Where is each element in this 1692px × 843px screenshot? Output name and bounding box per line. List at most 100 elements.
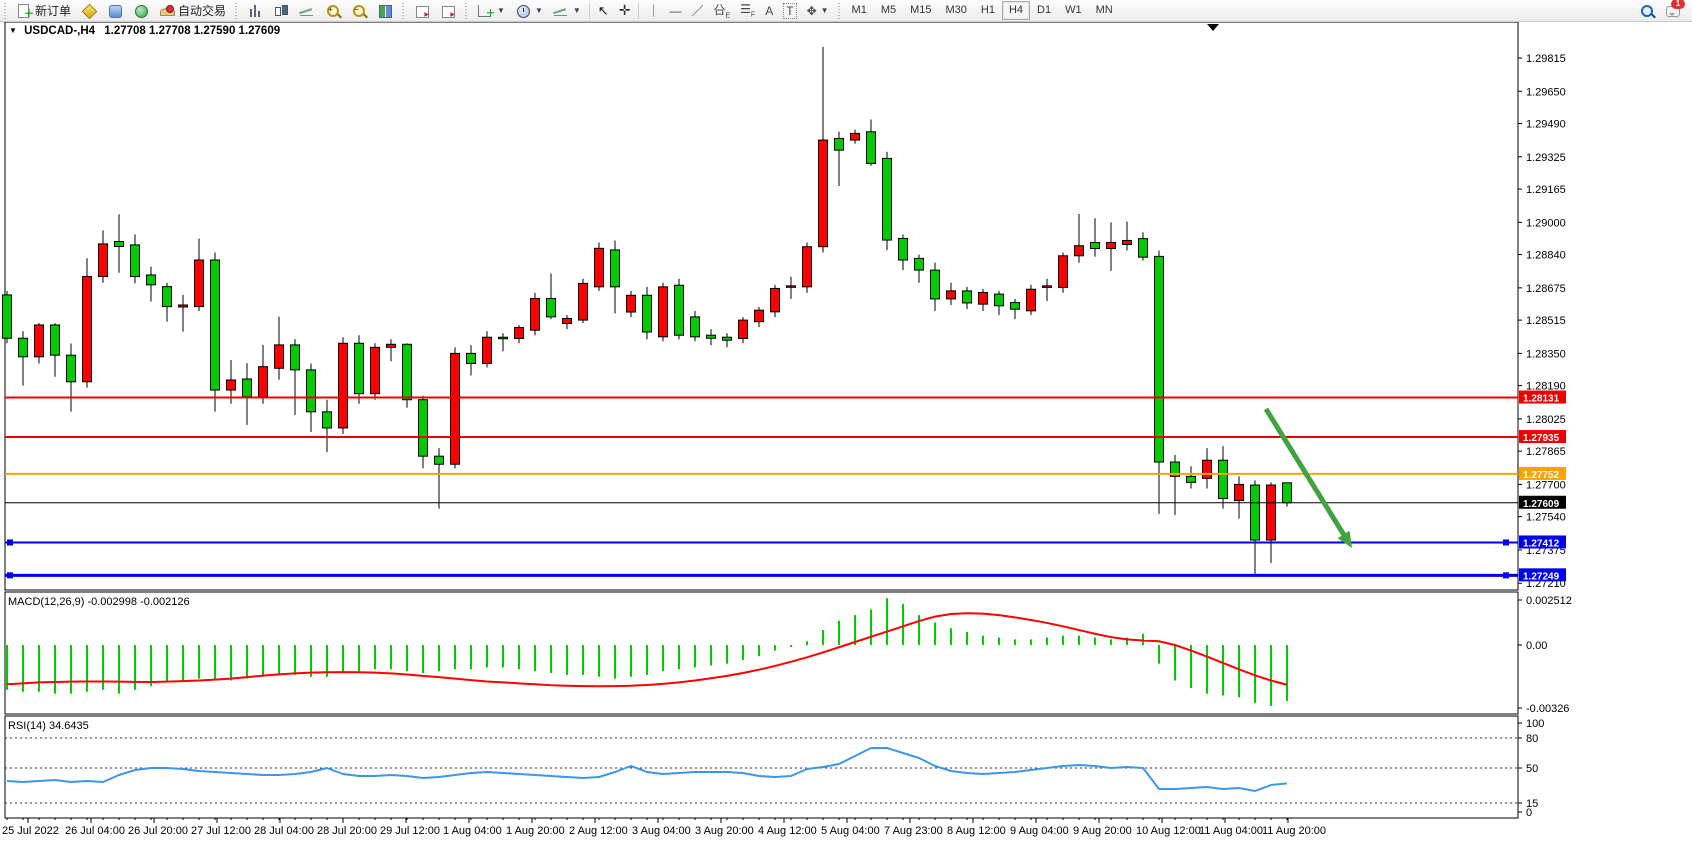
timeframe-w1[interactable]: W1 — [1058, 1, 1089, 20]
channel-icon: 㕣E — [713, 1, 730, 19]
horizontal-line-icon: — — [669, 4, 681, 18]
candle-body — [259, 367, 268, 397]
timeframe-mn[interactable]: MN — [1089, 1, 1120, 20]
candle-body — [1187, 476, 1196, 482]
candle-body — [355, 343, 364, 393]
candle-body — [547, 299, 556, 317]
candle-body — [483, 337, 492, 363]
line-handle[interactable] — [7, 539, 13, 545]
crosshair-button[interactable]: ✛ — [614, 0, 636, 21]
candle-body — [419, 400, 428, 456]
line-handle[interactable] — [1503, 572, 1509, 578]
vertical-line-icon: ｜ — [647, 2, 659, 19]
candle-body — [531, 299, 540, 331]
svg-text:1.27700: 1.27700 — [1526, 479, 1566, 491]
toolbar-grip[interactable] — [3, 3, 8, 19]
time-axis-label: 2 Aug 12:00 — [569, 825, 628, 837]
navigator-button[interactable] — [102, 0, 128, 21]
candle-body — [387, 344, 396, 347]
profiles-button[interactable] — [76, 0, 102, 21]
vertical-line-button[interactable]: ｜ — [642, 0, 664, 21]
text-label-button[interactable]: T — [778, 0, 801, 21]
svg-text:1.27865: 1.27865 — [1526, 446, 1566, 458]
svg-text:0: 0 — [1526, 807, 1532, 819]
tile-windows-button[interactable] — [372, 0, 398, 21]
bar-chart-icon — [247, 3, 263, 19]
toolbar-grip[interactable] — [401, 3, 406, 19]
tile-windows-icon — [377, 3, 393, 19]
candle-body — [1043, 286, 1052, 288]
candle-body — [515, 328, 524, 339]
text-button[interactable]: A — [760, 0, 778, 21]
line-handle[interactable] — [7, 572, 13, 578]
timeframe-h1[interactable]: H1 — [974, 1, 1002, 20]
template-button[interactable]: ▼ — [548, 0, 586, 21]
timeframe-h4[interactable]: H4 — [1002, 1, 1030, 20]
new-order-button[interactable]: ＋ 新订单 — [11, 0, 76, 21]
cursor-icon: ↖ — [598, 3, 609, 19]
signals-button[interactable] — [128, 0, 154, 21]
candle-body — [339, 343, 348, 428]
chart-title[interactable]: ▼ USDCAD-,H4 1.27708 1.27708 1.27590 1.2… — [9, 25, 280, 37]
chart-shift-button[interactable] — [435, 0, 461, 21]
trendline-button[interactable]: ／ — [686, 0, 708, 21]
search-button[interactable] — [1634, 0, 1660, 21]
candle-body — [1283, 483, 1292, 503]
candle-body — [1139, 239, 1148, 258]
timeframe-d1[interactable]: D1 — [1030, 1, 1058, 20]
candlestick-button[interactable] — [268, 0, 294, 21]
timeframe-m1[interactable]: M1 — [845, 1, 874, 20]
svg-text:1.29815: 1.29815 — [1526, 53, 1566, 65]
candle-body — [1091, 242, 1100, 248]
new-chart-button[interactable]: ▼ — [472, 0, 510, 21]
toolbar-grip[interactable] — [234, 3, 239, 19]
time-axis-label: 3 Aug 20:00 — [695, 825, 754, 837]
price-tag-label: 1.27752 — [1523, 470, 1560, 481]
chart-canvas[interactable]: 1.298151.296501.294901.293251.291651.290… — [0, 0, 1692, 843]
zoom-out-button[interactable]: − — [346, 0, 372, 21]
arrows-button[interactable]: ✥▼ — [802, 0, 834, 21]
candle-body — [979, 292, 988, 304]
autoscroll-icon — [414, 3, 430, 19]
notifications-button[interactable]: 1 — [1660, 0, 1686, 21]
line-chart-button[interactable] — [294, 0, 320, 21]
time-axis-label: 26 Jul 20:00 — [128, 825, 188, 837]
candle-body — [835, 138, 844, 150]
line-handle[interactable] — [1503, 539, 1509, 545]
candle-body — [243, 379, 252, 397]
new-chart-icon — [477, 3, 493, 19]
candle-body — [691, 317, 700, 337]
period-button[interactable]: ▼ — [510, 0, 548, 21]
fibonacci-button[interactable]: ☰F — [735, 0, 760, 21]
candle-body — [1123, 240, 1132, 244]
candle-body — [227, 380, 236, 390]
svg-text:1.28350: 1.28350 — [1526, 348, 1566, 360]
candle-body — [771, 288, 780, 311]
bar-chart-button[interactable] — [242, 0, 268, 21]
timeframe-m30[interactable]: M30 — [939, 1, 974, 20]
autoscroll-button[interactable] — [409, 0, 435, 21]
candle-body — [995, 294, 1004, 306]
toolbar-grip[interactable] — [464, 3, 469, 19]
price-tag-label: 1.28131 — [1523, 394, 1560, 405]
time-axis-label: 11 Aug 04:00 — [1199, 825, 1263, 837]
candle-body — [1251, 485, 1260, 540]
candle-body — [611, 250, 620, 287]
candle-body — [723, 337, 732, 340]
candle-body — [803, 247, 812, 287]
chart-shift-icon — [440, 3, 456, 19]
text-icon: A — [765, 4, 773, 18]
timeframe-m5[interactable]: M5 — [874, 1, 903, 20]
zoom-in-button[interactable]: + — [320, 0, 346, 21]
candle-body — [1155, 256, 1164, 462]
toolbar-grip[interactable] — [837, 3, 842, 19]
horizontal-line-button[interactable]: — — [664, 0, 686, 21]
candle-body — [675, 285, 684, 335]
time-axis-label: 1 Aug 04:00 — [443, 825, 502, 837]
channel-button[interactable]: 㕣E — [708, 0, 735, 21]
candle-body — [1203, 460, 1212, 478]
cursor-button[interactable]: ↖ — [593, 0, 614, 21]
timeframe-m15[interactable]: M15 — [903, 1, 938, 20]
svg-text:50: 50 — [1526, 763, 1538, 775]
autotrade-button[interactable]: 自动交易 — [154, 0, 231, 21]
